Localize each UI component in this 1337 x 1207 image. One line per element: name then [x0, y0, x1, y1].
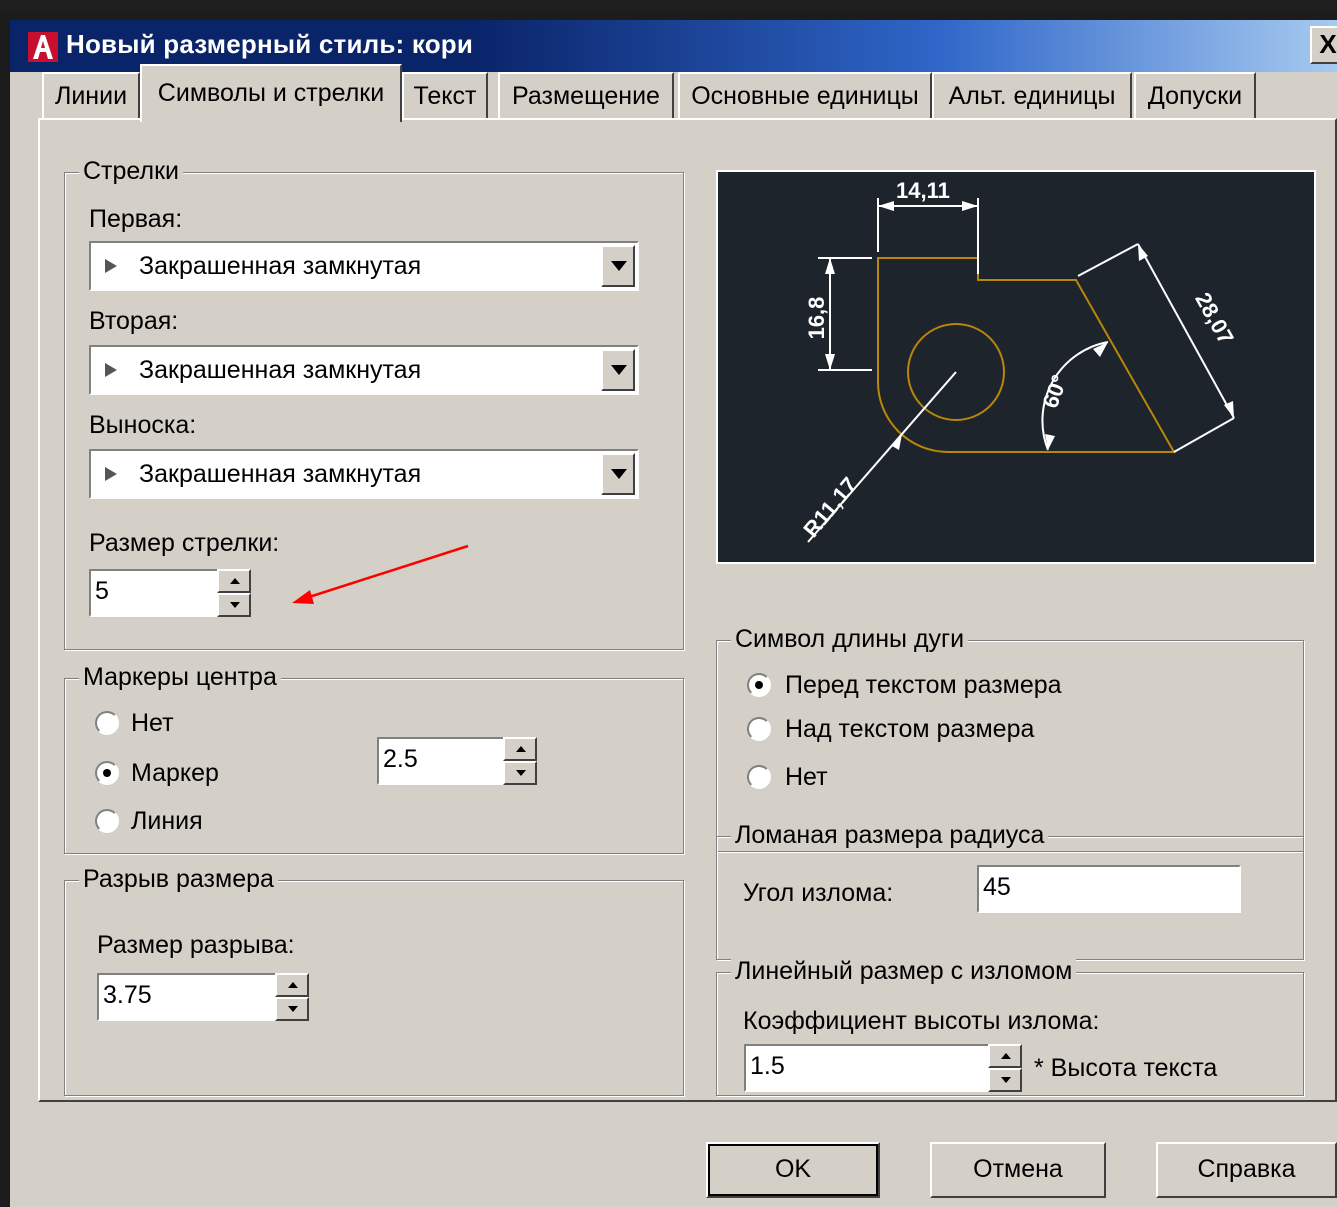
center-marks-group: Маркеры центра Нет Маркер Линия 2.5	[64, 663, 684, 854]
dimension-break-legend: Разрыв размера	[79, 865, 278, 894]
center-marks-legend: Маркеры центра	[79, 663, 281, 692]
preview-arrowheads	[825, 201, 1234, 450]
leader-arrow-label: Выноска:	[89, 411, 197, 439]
arc-none-label: Нет	[785, 763, 828, 791]
spin-down-icon[interactable]	[988, 1068, 1022, 1092]
arc-above-radio[interactable]	[747, 717, 771, 741]
center-none-label: Нет	[131, 709, 174, 737]
text-height-suffix: * Высота текста	[1034, 1054, 1218, 1082]
jog-angle-label: Угол излома:	[743, 879, 894, 907]
arc-before-label: Перед текстом размера	[785, 671, 1062, 699]
first-arrow-value: Закрашенная замкнутая	[139, 252, 422, 280]
close-button[interactable]: X	[1310, 26, 1337, 64]
tab-text[interactable]: Текст	[402, 72, 488, 118]
tab-panel: Стрелки Первая: Закрашенная замкнутая Вт…	[38, 118, 1337, 1102]
spin-up-icon[interactable]	[503, 737, 537, 761]
jog-height-factor-input[interactable]: 1.5	[744, 1044, 990, 1092]
jog-height-factor-spinner[interactable]	[988, 1044, 1022, 1092]
spin-up-icon[interactable]	[275, 973, 309, 997]
annotation-arrow-icon	[292, 544, 469, 604]
arrowhead-icon	[105, 467, 117, 481]
dialog-title: Новый размерный стиль: кори	[66, 29, 474, 59]
radius-jog-group: Ломаная размера радиуса Угол излома: 45	[716, 821, 1304, 960]
preview-dimension-lines	[807, 198, 1235, 543]
first-arrow-select[interactable]: Закрашенная замкнутая	[89, 241, 639, 291]
center-mark-radio[interactable]	[95, 761, 119, 785]
spin-down-icon[interactable]	[503, 761, 537, 785]
preview-dim-left: 16,8	[804, 297, 829, 340]
center-line-radio[interactable]	[95, 809, 119, 833]
arc-length-legend: Символ длины дуги	[731, 625, 969, 654]
preview-geometry	[877, 257, 1176, 453]
tab-symbols-arrows[interactable]: Символы и стрелки	[140, 64, 402, 122]
center-mark-size-input[interactable]: 2.5	[377, 737, 507, 785]
second-arrow-label: Вторая:	[89, 307, 179, 335]
preview-dim-top: 14,11	[896, 178, 950, 203]
first-arrow-label: Первая:	[89, 205, 183, 233]
center-mark-size-spinner[interactable]	[503, 737, 537, 785]
chevron-down-icon[interactable]	[601, 349, 635, 391]
style-preview: 14,11 16,8 28,07 60° R11,17	[716, 170, 1316, 564]
ok-button[interactable]: OK	[706, 1142, 880, 1198]
arrow-size-label: Размер стрелки:	[89, 529, 280, 557]
arc-above-label: Над текстом размера	[785, 715, 1035, 743]
chevron-down-icon[interactable]	[601, 453, 635, 495]
arc-before-radio[interactable]	[747, 673, 771, 697]
chevron-down-icon[interactable]	[601, 245, 635, 287]
help-button[interactable]: Справка	[1156, 1142, 1337, 1198]
dialog-body: Линии Символы и стрелки Текст Размещение…	[10, 64, 1337, 1207]
arrow-size-input[interactable]: 5	[89, 569, 219, 617]
second-arrow-value: Закрашенная замкнутая	[139, 356, 422, 384]
radius-jog-legend: Ломаная размера радиуса	[731, 821, 1049, 850]
linear-jog-legend: Линейный размер с изломом	[731, 957, 1077, 986]
arrowhead-icon	[105, 259, 117, 273]
preview-dim-radius: R11,17	[798, 472, 862, 541]
preview-dimension-texts: 14,11 16,8 28,07 60° R11,17	[798, 178, 1239, 542]
background-window-strip	[0, 0, 1337, 14]
center-none-radio[interactable]	[95, 711, 119, 735]
dimension-break-group: Разрыв размера Размер разрыва: 3.75	[64, 865, 684, 1096]
jog-height-factor-label: Коэффициент высоты излома:	[743, 1007, 1100, 1035]
leader-arrow-value: Закрашенная замкнутая	[139, 460, 422, 488]
second-arrow-select[interactable]: Закрашенная замкнутая	[89, 345, 639, 395]
tab-primary-units[interactable]: Основные единицы	[678, 72, 932, 118]
jog-angle-input[interactable]: 45	[977, 865, 1241, 913]
break-size-label: Размер разрыва:	[97, 931, 295, 959]
arrowheads-legend: Стрелки	[79, 157, 183, 186]
leader-arrow-select[interactable]: Закрашенная замкнутая	[89, 449, 639, 499]
tab-fit[interactable]: Размещение	[498, 72, 674, 118]
break-size-spinner[interactable]	[275, 973, 309, 1021]
tab-tolerances[interactable]: Допуски	[1134, 72, 1256, 118]
spin-up-icon[interactable]	[988, 1044, 1022, 1068]
break-size-input[interactable]: 3.75	[97, 973, 277, 1021]
dimension-style-dialog: Новый размерный стиль: кори X Линии Симв…	[0, 0, 1337, 1207]
spin-down-icon[interactable]	[217, 593, 251, 617]
tab-alternate-units[interactable]: Альт. единицы	[932, 72, 1132, 118]
preview-drawing: 14,11 16,8 28,07 60° R11,17	[798, 178, 1239, 543]
arc-none-radio[interactable]	[747, 765, 771, 789]
preview-dim-diag: 28,07	[1190, 288, 1239, 348]
arrow-size-spinner[interactable]	[217, 569, 251, 617]
preview-dim-angle: 60°	[1038, 372, 1073, 412]
autocad-logo-icon	[28, 32, 58, 62]
center-mark-label: Маркер	[131, 759, 219, 787]
center-line-label: Линия	[131, 807, 203, 835]
cancel-button[interactable]: Отмена	[930, 1142, 1106, 1198]
spin-up-icon[interactable]	[217, 569, 251, 593]
preview-part-outline	[877, 257, 1176, 453]
tab-lines[interactable]: Линии	[42, 72, 140, 118]
arrowhead-icon	[105, 363, 117, 377]
spin-down-icon[interactable]	[275, 997, 309, 1021]
